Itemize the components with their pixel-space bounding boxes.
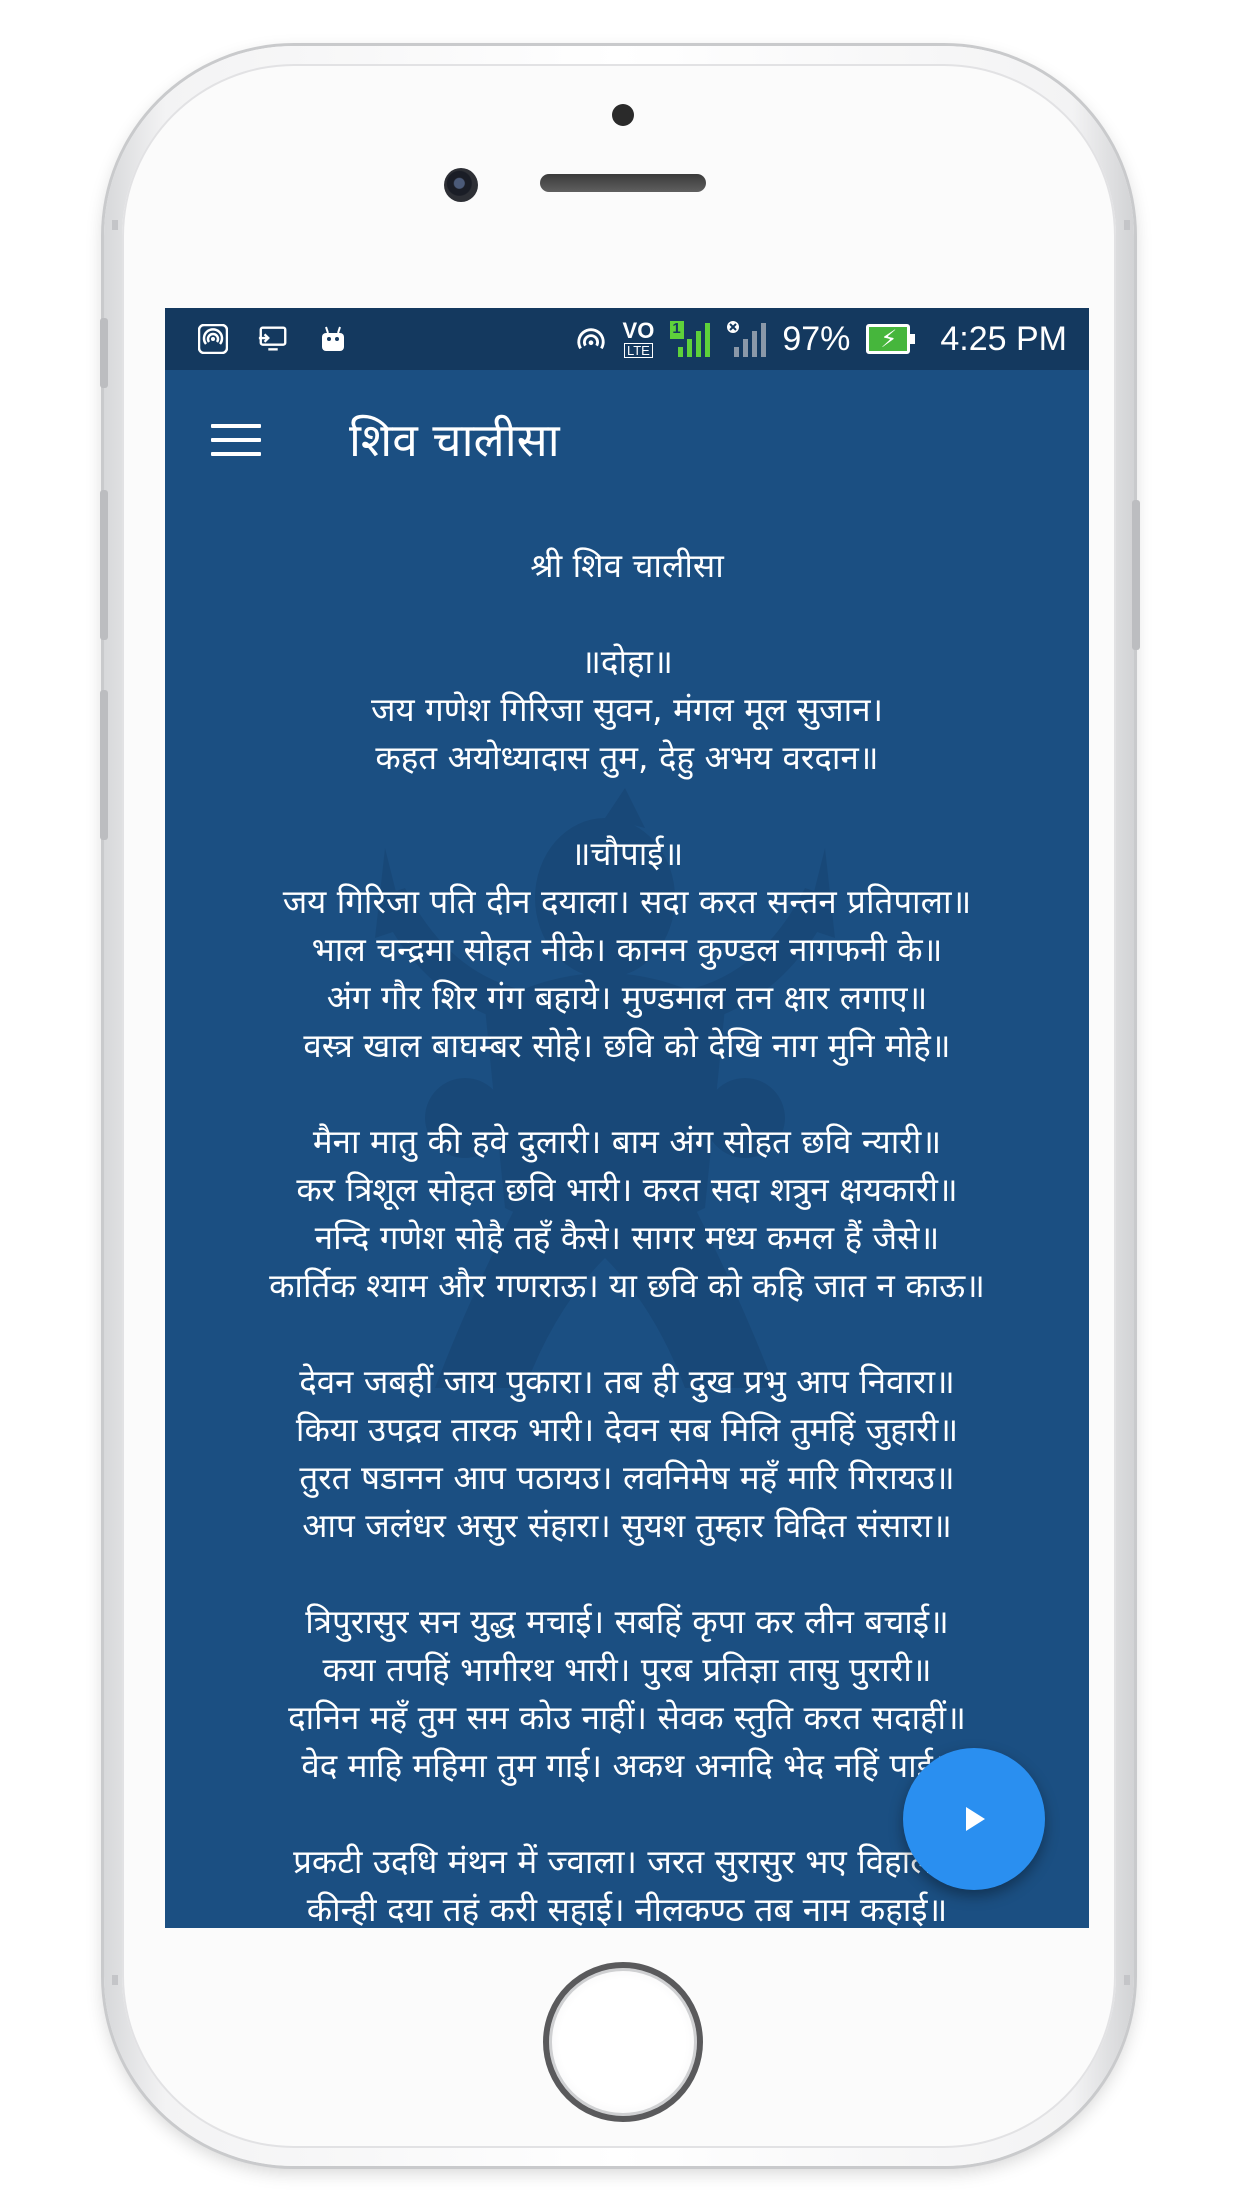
front-camera	[444, 168, 478, 202]
android-icon	[317, 323, 349, 355]
verse-line: देवन जबहीं जाय पुकारा। तब ही दुख प्रभु आ…	[299, 1362, 955, 1401]
verse-line: मैना मातु की हवे दुलारी। बाम अंग सोहत छव…	[312, 1122, 942, 1161]
verse-line: कीन्ही दया तहं करी सहाई। नीलकण्ठ तब नाम …	[306, 1890, 948, 1928]
app-bar: शिव चालीसा	[165, 370, 1089, 516]
app-screen: VO LTE 1 97% ⚡ 4:25 PM शिव चालीसा श्री श…	[165, 308, 1089, 1928]
home-button[interactable]	[543, 1962, 703, 2122]
play-button[interactable]	[903, 1748, 1045, 1890]
volume-up-button	[100, 490, 108, 640]
antenna-line	[112, 1975, 118, 1985]
hamburger-menu-icon[interactable]	[211, 420, 261, 460]
verse-line: दानिन महँ तुम सम कोउ नाहीं। सेवक स्तुति …	[288, 1698, 966, 1737]
play-icon	[966, 1807, 985, 1831]
verse-line: अंग गौर शिर गंग बहाये। मुण्डमाल तन क्षार…	[326, 978, 928, 1017]
content-heading: श्री शिव चालीसा	[530, 546, 724, 585]
verse-line: ॥दोहा॥	[581, 642, 673, 681]
battery-charging-icon: ⚡	[866, 324, 916, 354]
sim-slot-number: 1	[672, 320, 681, 337]
verse-line: भाल चन्द्रमा सोहत नीके। कानन कुण्डल नागफ…	[311, 930, 943, 969]
antenna-line	[112, 220, 118, 230]
hotspot-icon	[197, 323, 229, 355]
proximity-sensor	[612, 104, 634, 126]
stanza-doha: ॥दोहा॥ जय गणेश गिरिजा सुवन, मंगल मूल सुज…	[165, 638, 1089, 782]
status-bar: VO LTE 1 97% ⚡ 4:25 PM	[165, 308, 1089, 370]
verse-line: जय गिरिजा पति दीन दयाला। सदा करत सन्तन प…	[282, 882, 972, 921]
verse-line: किया उपद्रव तारक भारी। देवन सब मिलि तुमह…	[295, 1410, 959, 1449]
chalisa-text: श्री शिव चालीसा ॥दोहा॥ जय गणेश गिरिजा सु…	[165, 534, 1089, 1928]
stanza-chaupai-1: ॥चौपाई॥ जय गिरिजा पति दीन दयाला। सदा करत…	[165, 830, 1089, 1070]
verse-line: कहत अयोध्यादास तुम, देहु अभय वरदान॥	[375, 738, 879, 777]
verse-line: कया तपहिं भागीरथ भारी। पुरब प्रतिज्ञा ता…	[322, 1650, 932, 1689]
hotspot-icon	[575, 323, 607, 355]
mute-switch	[100, 318, 108, 388]
verse-line: आप जलंधर असुर संहारा। सुयश तुम्हार विदित…	[302, 1506, 952, 1545]
clock: 4:25 PM	[940, 319, 1067, 358]
stanza-chaupai-3: देवन जबहीं जाय पुकारा। तब ही दुख प्रभु आ…	[165, 1358, 1089, 1550]
page-title: शिव चालीसा	[349, 413, 560, 467]
verse-line: वस्त्र खाल बाघम्बर सोहे। छवि को देखि नाग…	[303, 1026, 951, 1065]
antenna-line	[1124, 1975, 1130, 1985]
power-button	[1132, 500, 1140, 650]
antenna-line	[1124, 220, 1130, 230]
signal-sim1-icon: 1	[670, 319, 711, 359]
lte-label: LTE	[623, 343, 653, 358]
verse-line: त्रिपुरासुर सन युद्ध मचाई। सबहिं कृपा कर…	[305, 1602, 949, 1641]
volte-icon: VO LTE	[622, 318, 655, 358]
earpiece-speaker	[540, 174, 706, 192]
verse-line: ॥चौपाई॥	[570, 834, 684, 873]
battery-percent: 97%	[782, 319, 851, 358]
volte-label: VO	[622, 318, 655, 343]
verse-line: कार्तिक श्याम और गणराऊ। या छवि को कहि जा…	[269, 1266, 985, 1305]
signal-sim2-no-service-icon	[726, 319, 767, 359]
screen-cast-icon	[257, 323, 289, 355]
stanza-chaupai-2: मैना मातु की हवे दुलारी। बाम अंग सोहत छव…	[165, 1118, 1089, 1310]
verse-line: जय गणेश गिरिजा सुवन, मंगल मूल सुजान।	[370, 690, 884, 729]
volume-down-button	[100, 690, 108, 840]
verse-line: नन्दि गणेश सोहै तहँ कैसे। सागर मध्य कमल …	[314, 1218, 940, 1257]
verse-line: तुरत षडानन आप पठायउ। लवनिमेष महँ मारि गि…	[299, 1458, 955, 1497]
verse-line: कर त्रिशूल सोहत छवि भारी। करत सदा शत्रुन…	[296, 1170, 958, 1209]
